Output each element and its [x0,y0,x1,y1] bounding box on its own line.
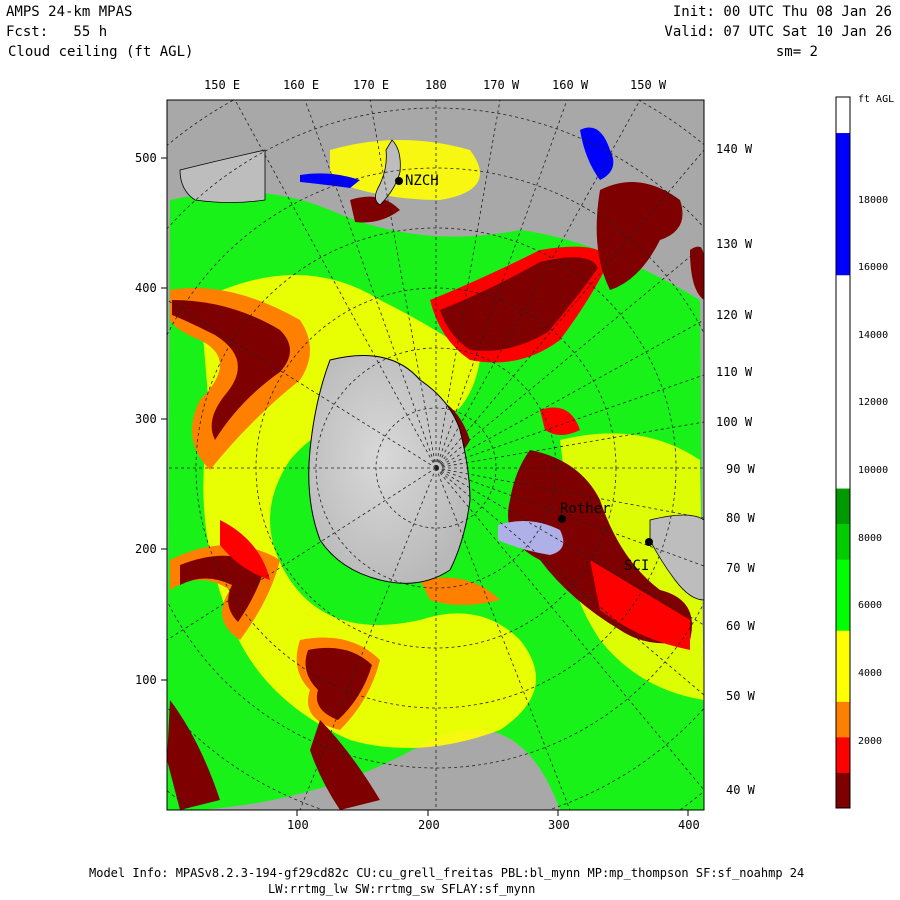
lon-label-right: 80 W [726,511,755,525]
sci-station-marker [645,538,653,546]
colorbar-swatch [836,701,850,738]
y-tick-label: 400 [135,281,157,295]
colorbar [835,96,851,809]
lon-label-right: 130 W [716,237,753,251]
colorbar-label: 6000 [858,600,883,611]
x-tick-label: 200 [418,818,440,832]
model-info-line2: LW:rrtmg_lw SW:rrtmg_sw SFLAY:sf_mynn [268,882,536,896]
model-info-line1: Model Info: MPASv8.2.3-194-gf29cd82c CU:… [89,866,805,880]
y-tick-label: 500 [135,151,157,165]
colorbar-swatch [836,665,850,702]
colorbar-label: 2000 [858,736,883,747]
y-tick-label: 100 [135,673,157,687]
x-tick-label: 300 [548,818,570,832]
colorbar-label: 8000 [858,533,883,544]
colorbar-label: 14000 [858,330,889,341]
y-tick-label: 300 [135,412,157,426]
colorbar-swatch [836,203,850,240]
lon-label-right: 70 W [726,561,755,575]
colorbar-swatch [836,310,850,347]
lon-label-top: 160 E [283,78,320,92]
lon-label-right: 90 W [726,462,755,476]
colorbar-swatch [836,381,850,418]
colorbar-swatch [836,630,850,667]
cloud-ceiling-map [161,96,851,816]
lon-label-top: 170 W [483,78,520,92]
rothera-label: Rother [560,501,611,517]
colorbar-swatch [836,452,850,489]
y-tick-label: 200 [135,542,157,556]
nzch-label: NZCH [405,173,439,189]
colorbar-label: 4000 [858,668,883,679]
colorbar-swatch [836,168,850,205]
colorbar-swatch [836,132,850,169]
lon-label-right: 60 W [726,619,755,633]
lon-label-top: 150 E [204,78,241,92]
colorbar-swatch [836,594,850,631]
nzch-station-marker [395,177,403,185]
lon-label-right: 50 W [726,689,755,703]
colorbar-swatch [836,239,850,276]
colorbar-swatch [836,488,850,525]
lon-label-right: 110 W [716,365,753,379]
colorbar-swatch [836,345,850,382]
colorbar-swatch [836,97,850,134]
lon-label-top: 170 E [353,78,390,92]
lon-label-top: 160 W [552,78,589,92]
colorbar-label: 18000 [858,195,889,206]
x-tick-label: 100 [287,818,309,832]
lon-label-right: 140 W [716,142,753,156]
lon-label-right: 40 W [726,783,755,797]
lon-label-top: 150 W [630,78,667,92]
colorbar-swatch [836,736,850,773]
sci-label: SCI [624,558,650,574]
colorbar-label: 12000 [858,397,889,408]
colorbar-swatch [836,523,850,560]
lon-label-right: 120 W [716,308,753,322]
lon-label-right: 100 W [716,415,753,429]
lon-label-top: 180 [425,78,447,92]
colorbar-unit: ft AGL [858,94,895,105]
x-tick-label: 400 [678,818,700,832]
colorbar-label: 10000 [858,465,889,476]
colorbar-swatch [836,559,850,596]
colorbar-label: 16000 [858,262,889,273]
colorbar-swatch [836,772,850,809]
colorbar-swatch [836,274,850,311]
colorbar-swatch [836,416,850,453]
